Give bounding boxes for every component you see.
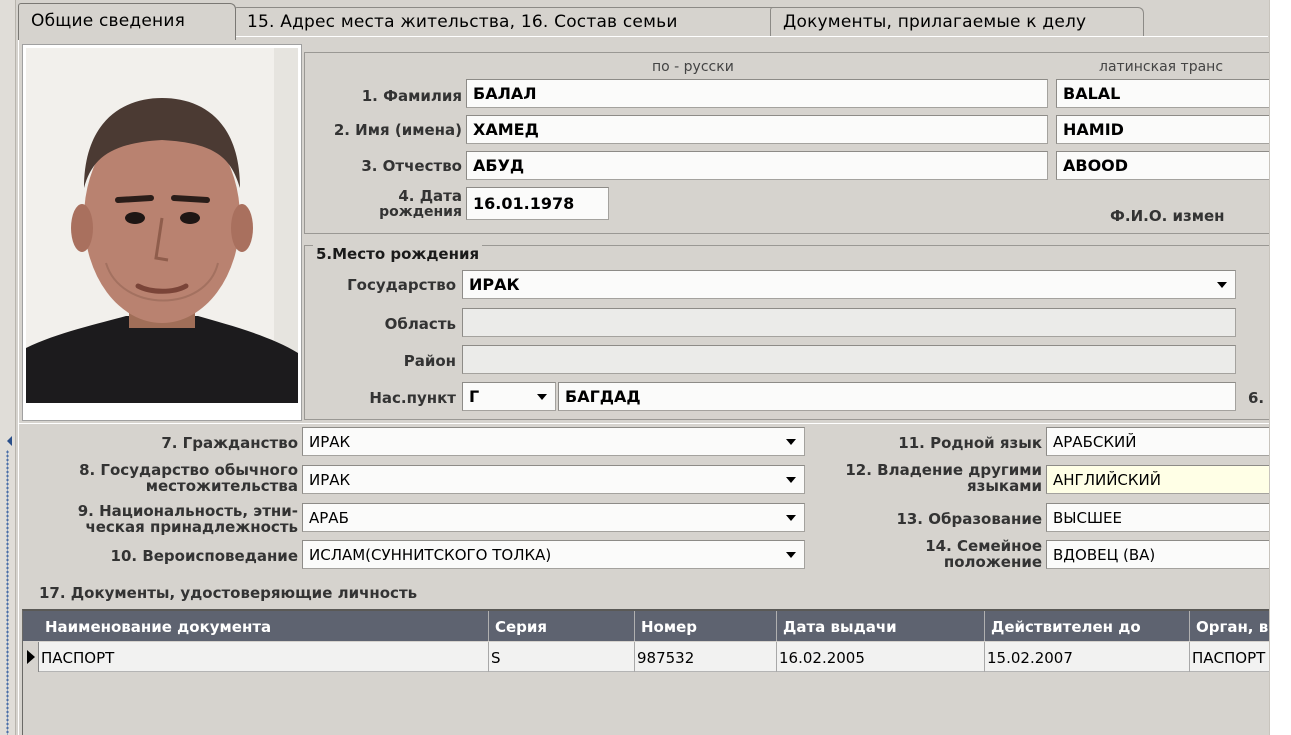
residence-value: ИРАК xyxy=(309,471,351,489)
right-scroll-area[interactable] xyxy=(1269,0,1291,735)
column-header-valid-until[interactable]: Действителен до xyxy=(985,611,1190,641)
chevron-down-icon[interactable] xyxy=(786,552,796,558)
left-splitter[interactable] xyxy=(0,0,16,735)
column-header-document-name[interactable]: Наименование документа xyxy=(39,611,489,641)
citizenship-select[interactable]: ИРАК xyxy=(302,427,805,456)
column-header-issuing-authority[interactable]: Орган, вы xyxy=(1190,611,1270,641)
locality-type-value: Г xyxy=(469,387,480,406)
name-ru-field[interactable]: ХАМЕД xyxy=(466,115,1048,144)
patronymic-lat-field[interactable]: ABOOD xyxy=(1056,151,1270,180)
surname-label: 1. Фамилия xyxy=(361,87,462,105)
cell-issuing-authority[interactable]: ПАСПОРТ xyxy=(1190,642,1270,672)
locality-label: Нас.пункт xyxy=(369,389,456,407)
tab-strip: Общие сведения 15. Адрес места жительств… xyxy=(18,3,1268,40)
tab-label: Документы, прилагаемые к делу xyxy=(783,12,1087,32)
header-latin: латинская транс xyxy=(1099,59,1224,75)
other-languages-label: 12. Владение другими языками xyxy=(805,462,1042,494)
header-russian: по - русски xyxy=(652,59,734,75)
patronymic-label: 3. Отчество xyxy=(361,157,462,175)
chevron-down-icon[interactable] xyxy=(1217,282,1227,288)
person-photo xyxy=(26,48,298,403)
nationality-label-line-2: ческая принадлежность xyxy=(85,518,298,536)
cell-valid-until[interactable]: 15.02.2007 xyxy=(985,642,1190,672)
birth-country-value: ИРАК xyxy=(469,275,520,294)
birthdate-field[interactable]: 16.01.1978 xyxy=(466,187,609,220)
tab-label: 15. Адрес места жительства, 16. Состав с… xyxy=(247,12,678,32)
locality-field[interactable]: БАГДАД xyxy=(558,382,1236,411)
locality-type-select[interactable]: Г xyxy=(462,382,556,411)
cell-document-name[interactable]: ПАСПОРТ xyxy=(39,642,489,672)
name-label: 2. Имя (имена) xyxy=(333,121,462,139)
tab-attached-documents[interactable]: Документы, прилагаемые к делу xyxy=(770,7,1144,38)
residence-select[interactable]: ИРАК xyxy=(302,465,805,494)
marital-status-field[interactable]: ВДОВЕЦ (ВА) xyxy=(1046,540,1270,569)
marital-status-label-line-1: 14. Семейное xyxy=(925,537,1042,555)
side-label-6: 6. xyxy=(1248,389,1265,407)
birthdate-label-line-1: 4. Дата xyxy=(398,187,462,205)
identity-documents-title: 17. Документы, удостоверяющие личность xyxy=(39,584,418,602)
current-row-indicator-icon xyxy=(23,642,39,672)
birthplace-legend: 5.Место рождения xyxy=(313,245,483,263)
chevron-down-icon[interactable] xyxy=(786,515,796,521)
citizenship-value: ИРАК xyxy=(309,433,351,451)
region-label: Область xyxy=(384,315,456,333)
nationality-value: АРАБ xyxy=(309,509,349,527)
cell-issue-date[interactable]: 16.02.2005 xyxy=(777,642,985,672)
fio-changed-label: Ф.И.О. измен xyxy=(1110,207,1225,225)
name-lat-field[interactable]: HAMID xyxy=(1056,115,1270,144)
marital-status-label-line-2: положение xyxy=(943,553,1042,571)
religion-select[interactable]: ИСЛАМ(СУННИТСКОГО ТОЛКА) xyxy=(302,540,805,569)
native-language-label: 11. Родной язык xyxy=(898,434,1042,452)
residence-label-line-2: местожительства xyxy=(145,477,298,495)
splitter-grip-icon[interactable] xyxy=(6,450,9,735)
nationality-label-line-1: 9. Национальность, этни- xyxy=(77,502,298,520)
cell-series[interactable]: S xyxy=(489,642,635,672)
surname-ru-field[interactable]: БАЛАЛ xyxy=(466,79,1048,108)
column-header-issue-date[interactable]: Дата выдачи xyxy=(777,611,985,641)
district-field[interactable] xyxy=(462,345,1236,374)
chevron-down-icon[interactable] xyxy=(786,439,796,445)
cell-number[interactable]: 987532 xyxy=(635,642,777,672)
region-field[interactable] xyxy=(462,308,1236,337)
religion-label: 10. Вероисповедание xyxy=(110,547,298,565)
chevron-down-icon[interactable] xyxy=(537,394,547,400)
table-row[interactable]: ПАСПОРТ S 987532 16.02.2005 15.02.2007 П… xyxy=(23,642,1270,672)
other-languages-label-line-2: языками xyxy=(967,477,1042,495)
other-languages-field[interactable]: АНГЛИЙСКИЙ xyxy=(1046,465,1270,494)
residence-label-line-1: 8. Государство обычного xyxy=(79,461,298,479)
nationality-select[interactable]: АРАБ xyxy=(302,503,805,532)
photo-frame xyxy=(22,44,302,421)
birthdate-label-line-2: рождения xyxy=(379,204,462,220)
education-field[interactable]: ВЫСШЕЕ xyxy=(1046,503,1270,532)
patronymic-ru-field[interactable]: АБУД xyxy=(466,151,1048,180)
table-header-row: Наименование документа Серия Номер Дата … xyxy=(23,611,1270,641)
residence-label: 8. Государство обычного местожительства xyxy=(22,462,298,494)
tab-label: Общие сведения xyxy=(31,11,186,31)
section-divider xyxy=(18,423,1269,424)
tab-general[interactable]: Общие сведения xyxy=(18,3,236,40)
nationality-label: 9. Национальность, этни- ческая принадле… xyxy=(22,503,298,535)
native-language-field[interactable]: АРАБСКИЙ xyxy=(1046,427,1270,456)
tab-address-family[interactable]: 15. Адрес места жительства, 16. Состав с… xyxy=(234,7,780,38)
marital-status-label: 14. Семейное положение xyxy=(820,538,1042,570)
district-label: Район xyxy=(403,352,456,370)
column-header-number[interactable]: Номер xyxy=(635,611,777,641)
education-label: 13. Образование xyxy=(896,510,1042,528)
identity-documents-table: Наименование документа Серия Номер Дата … xyxy=(22,609,1270,735)
other-languages-label-line-1: 12. Владение другими xyxy=(845,461,1042,479)
birth-country-select[interactable]: ИРАК xyxy=(462,270,1236,299)
collapse-arrow-icon[interactable] xyxy=(7,436,12,446)
citizenship-label: 7. Гражданство xyxy=(161,434,298,452)
chevron-down-icon[interactable] xyxy=(786,477,796,483)
surname-lat-field[interactable]: BALAL xyxy=(1056,79,1270,108)
column-header-series[interactable]: Серия xyxy=(489,611,635,641)
birthdate-label: 4. Дата рождения xyxy=(306,188,462,220)
religion-value: ИСЛАМ(СУННИТСКОГО ТОЛКА) xyxy=(309,546,552,564)
country-label: Государство xyxy=(347,276,456,294)
